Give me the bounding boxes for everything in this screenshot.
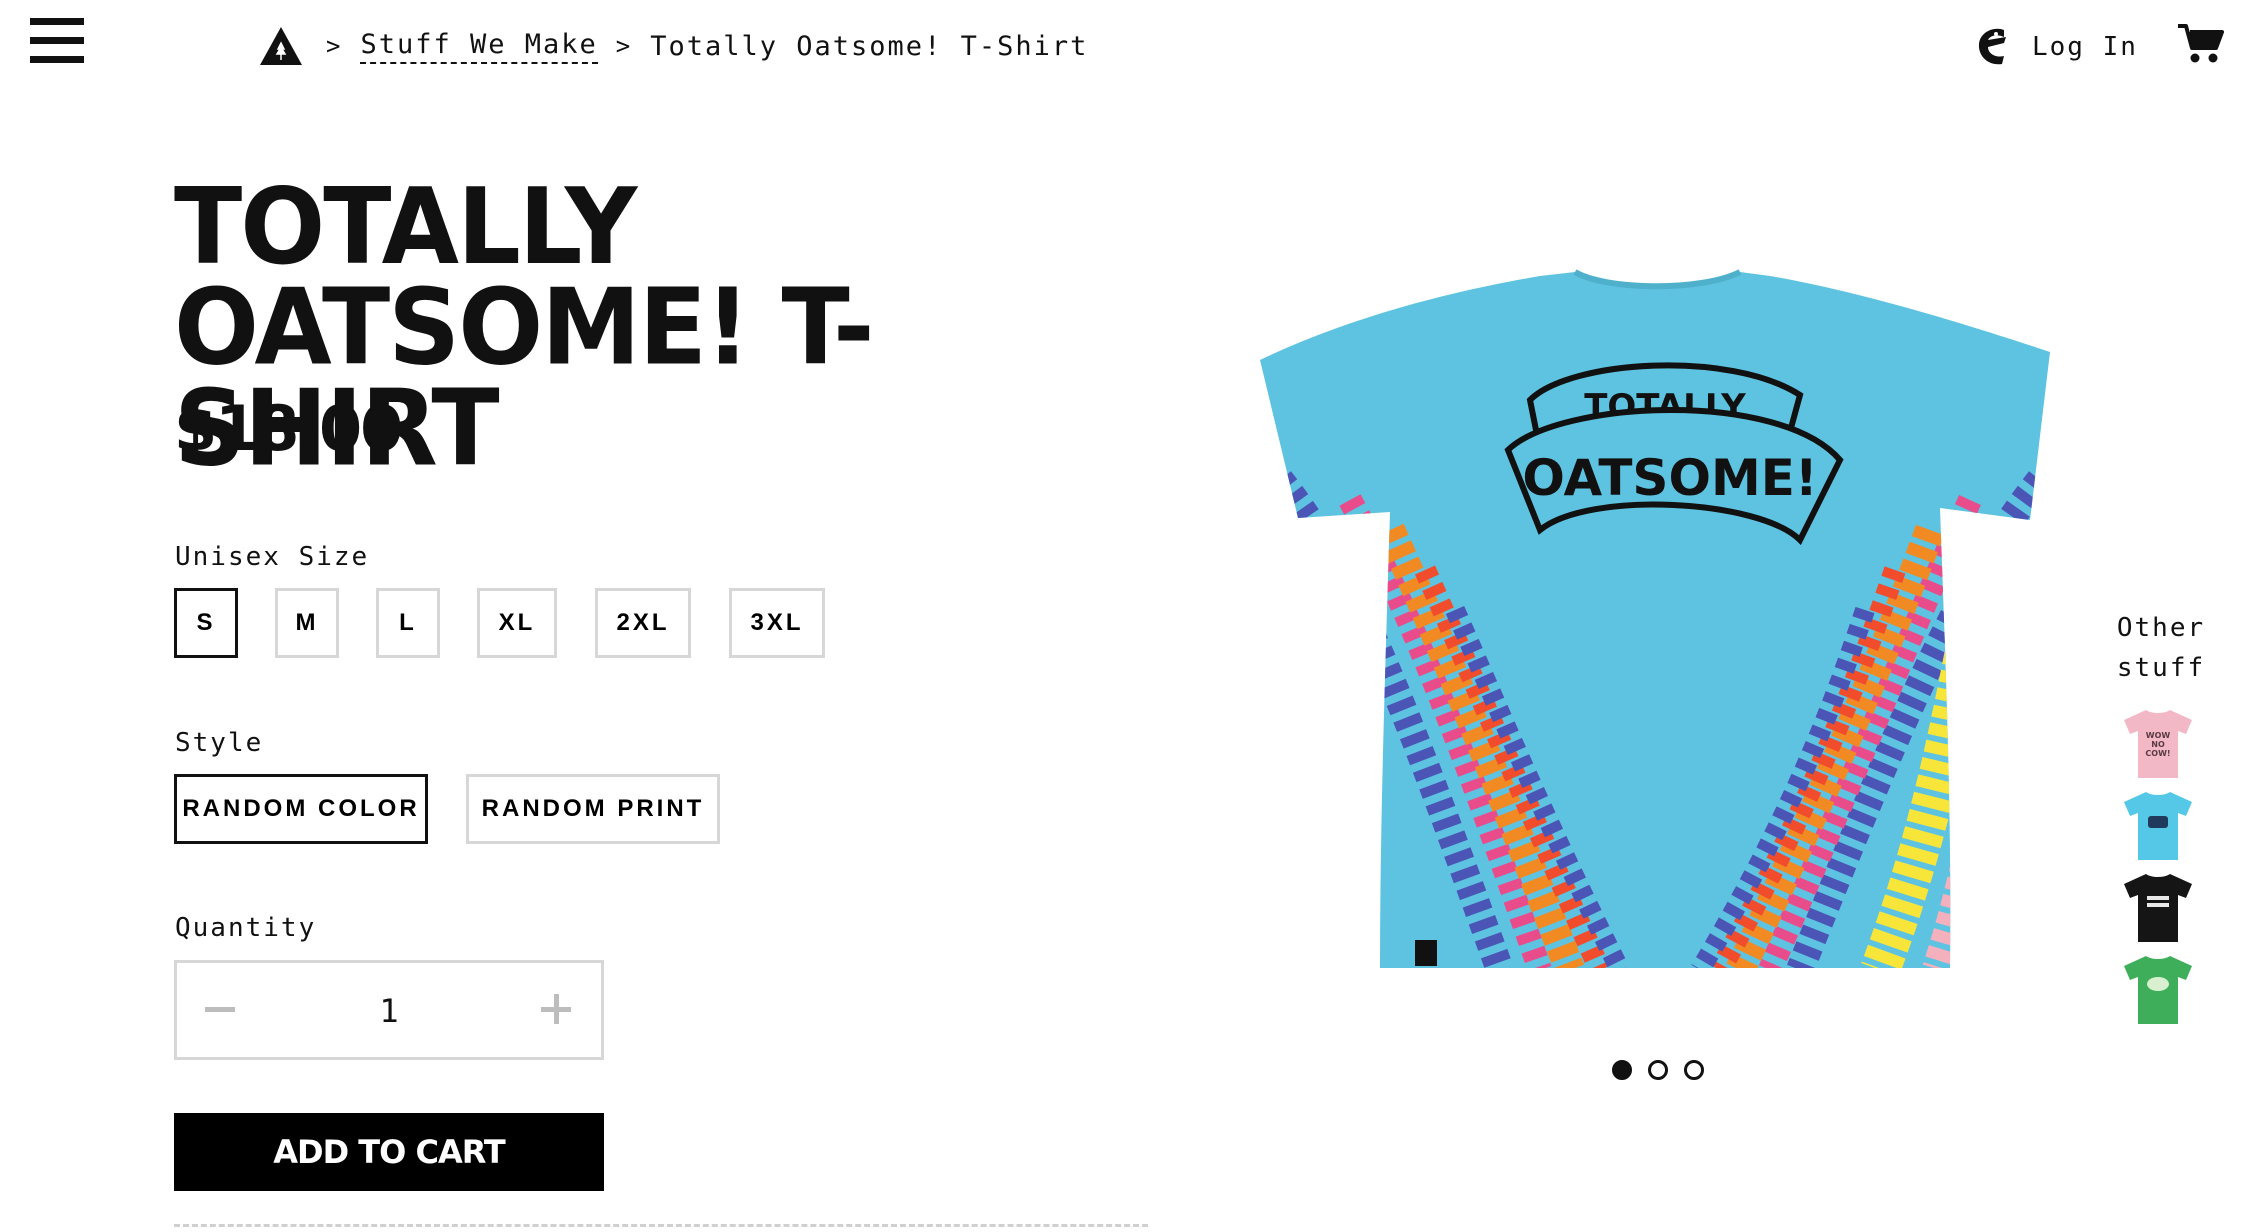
gallery-pagination [1612, 1060, 1704, 1080]
quantity-input[interactable] [267, 983, 511, 1039]
product-price: $18.00 [174, 392, 403, 465]
section-divider [174, 1224, 1148, 1227]
size-options: S M L XL 2XL 3XL [174, 588, 825, 658]
add-to-cart-button[interactable]: Add to Cart [174, 1113, 604, 1191]
gallery-dot-2[interactable] [1648, 1060, 1668, 1080]
svg-text:COW!: COW! [2145, 749, 2170, 758]
size-option-2xl[interactable]: 2XL [595, 588, 691, 658]
style-label: Style [175, 728, 264, 758]
menu-button[interactable] [30, 18, 84, 64]
oatly-logo-icon[interactable] [258, 25, 304, 67]
style-option-random-print[interactable]: Random Print [466, 774, 720, 844]
size-option-l[interactable]: L [376, 588, 440, 658]
breadcrumb-separator: > [326, 32, 343, 60]
pink-shirt-thumbnail[interactable]: WOW NO COW! [2118, 704, 2198, 784]
size-option-xl[interactable]: XL [477, 588, 557, 658]
other-stuff-list: WOW NO COW! [2118, 704, 2198, 1032]
svg-text:WOW: WOW [2146, 731, 2171, 740]
black-shirt-thumbnail[interactable] [2118, 868, 2198, 948]
product-image[interactable]: TOTALLY OATSOME! [1240, 250, 2080, 990]
gallery-dot-3[interactable] [1684, 1060, 1704, 1080]
cart-icon[interactable] [2176, 22, 2224, 66]
quantity-decrease-button[interactable] [199, 988, 243, 1032]
style-option-random-color[interactable]: Random Color [174, 774, 428, 844]
breadcrumb-separator: > [615, 32, 633, 60]
size-label: Unisex Size [175, 542, 370, 572]
other-stuff-title: Other stuff [2116, 613, 2206, 683]
blue-shirt-thumbnail[interactable] [2118, 786, 2198, 866]
breadcrumb: > Stuff We Make > Totally Oatsome! T-Shi… [258, 24, 1088, 68]
breadcrumb-link-stuff-we-make[interactable]: Stuff We Make [360, 29, 598, 64]
svg-text:NO: NO [2151, 740, 2165, 749]
size-option-3xl[interactable]: 3XL [729, 588, 825, 658]
quantity-label: Quantity [175, 913, 317, 943]
quantity-stepper [174, 960, 604, 1060]
login-label: Log In [2032, 32, 2138, 62]
hamburger-icon [30, 18, 84, 25]
green-shirt-thumbnail[interactable] [2118, 950, 2198, 1030]
gallery-dot-1[interactable] [1612, 1060, 1632, 1080]
style-options: Random Color Random Print [174, 774, 720, 844]
breadcrumb-current: Totally Oatsome! T-Shirt [650, 30, 1089, 62]
svg-text:OATSOME!: OATSOME! [1522, 449, 1817, 507]
login-link[interactable]: Log In [1974, 26, 2138, 68]
size-option-m[interactable]: M [275, 588, 339, 658]
chomping-face-icon [1978, 28, 2006, 65]
size-option-s[interactable]: S [174, 588, 238, 658]
quantity-increase-button[interactable] [535, 988, 579, 1032]
